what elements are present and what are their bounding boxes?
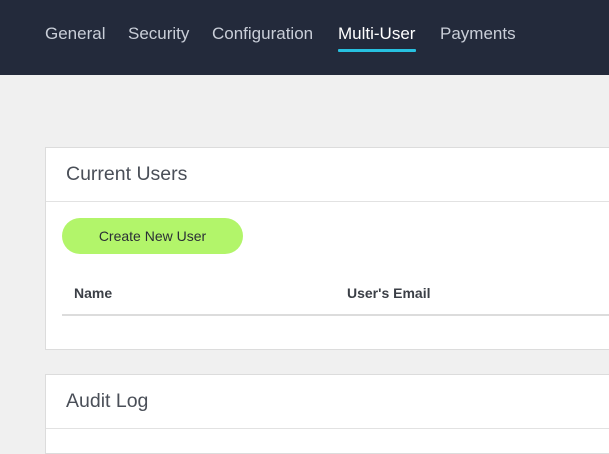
current-users-title: Current Users [66,163,188,185]
current-users-header: Current Users [46,148,609,202]
users-table-header: Name User's Email [62,276,609,316]
audit-log-header: Audit Log [46,375,609,429]
top-navigation: General Security Configuration Multi-Use… [0,0,609,75]
active-tab-indicator [338,49,416,52]
column-header-email[interactable]: User's Email [347,285,431,301]
tab-general[interactable]: General [45,24,105,48]
tab-configuration[interactable]: Configuration [212,24,313,48]
audit-log-panel: Audit Log [45,374,609,454]
tab-multi-user[interactable]: Multi-User [338,24,415,48]
audit-log-title: Audit Log [66,390,149,412]
create-new-user-button[interactable]: Create New User [62,218,243,254]
current-users-panel: Current Users Create New User Name User'… [45,147,609,350]
tab-security[interactable]: Security [128,24,189,48]
tab-payments[interactable]: Payments [440,24,516,48]
column-header-name[interactable]: Name [74,285,112,301]
